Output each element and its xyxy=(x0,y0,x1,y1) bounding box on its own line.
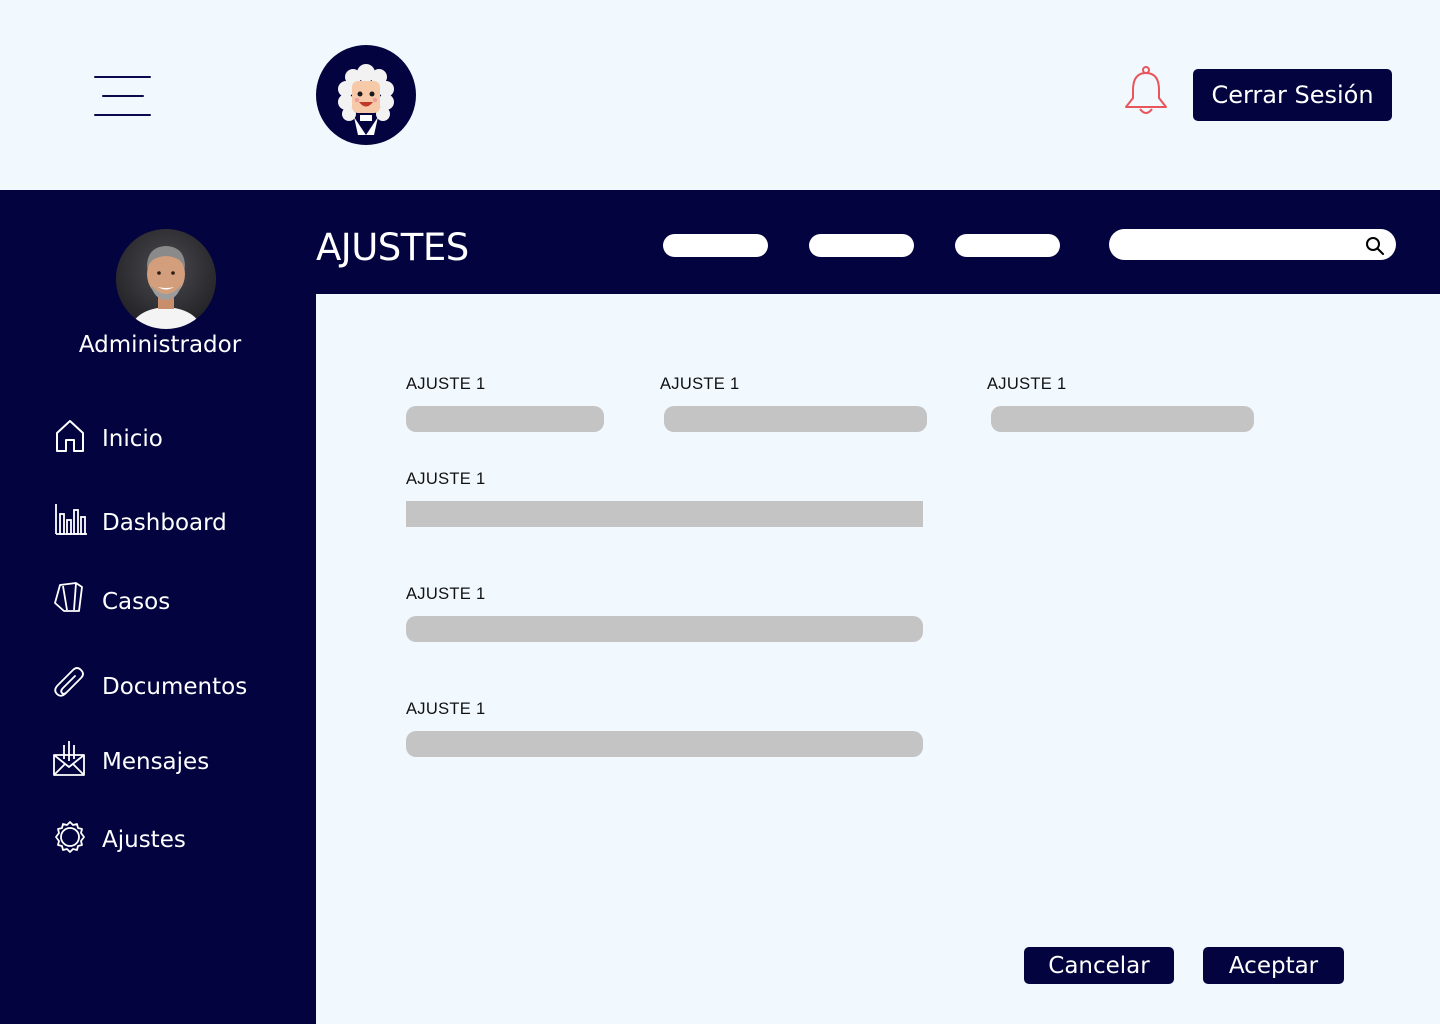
header-tab-1[interactable] xyxy=(663,234,768,257)
settings-form: AJUSTE 1 AJUSTE 1 AJUSTE 1 AJUSTE 1 AJUS… xyxy=(316,294,1440,1024)
search-input[interactable] xyxy=(1109,229,1396,260)
sidebar-item-mensajes[interactable]: Mensajes xyxy=(52,741,209,782)
judge-avatar-logo xyxy=(316,45,416,145)
paperclip-icon xyxy=(52,666,88,707)
cancel-button[interactable]: Cancelar xyxy=(1024,947,1174,984)
home-icon xyxy=(52,418,88,459)
hamburger-menu-icon[interactable] xyxy=(94,76,152,116)
field-label: AJUSTE 1 xyxy=(406,585,486,603)
sidebar-item-label: Mensajes xyxy=(102,748,210,775)
header-tab-2[interactable] xyxy=(809,234,914,257)
page-title: AJUSTES xyxy=(316,226,469,269)
bell-icon[interactable] xyxy=(1122,65,1170,117)
sidebar-item-label: Dashboard xyxy=(102,509,227,536)
user-role-label: Administrador xyxy=(78,332,242,358)
search-icon[interactable] xyxy=(1364,235,1386,257)
page-header: AJUSTES xyxy=(316,190,1440,294)
field-label: AJUSTE 1 xyxy=(406,470,486,488)
bar-chart-icon xyxy=(52,502,88,543)
setting-field-2[interactable] xyxy=(664,406,927,432)
sidebar: Administrador Inicio Dashboard Casos Doc… xyxy=(0,190,316,1024)
sidebar-item-ajustes[interactable]: Ajustes xyxy=(52,819,186,860)
sidebar-item-label: Documentos xyxy=(102,673,248,700)
field-label: AJUSTE 1 xyxy=(660,375,740,393)
accept-button[interactable]: Aceptar xyxy=(1203,947,1344,984)
setting-field-5[interactable] xyxy=(406,616,923,642)
sidebar-item-label: Inicio xyxy=(102,425,163,452)
field-label: AJUSTE 1 xyxy=(406,700,486,718)
logout-button[interactable]: Cerrar Sesión xyxy=(1193,69,1392,121)
user-avatar[interactable] xyxy=(116,229,216,329)
setting-field-4[interactable] xyxy=(406,501,923,527)
setting-field-1[interactable] xyxy=(406,406,604,432)
header-tab-3[interactable] xyxy=(955,234,1060,257)
field-label: AJUSTE 1 xyxy=(406,375,486,393)
sidebar-item-label: Casos xyxy=(102,588,171,615)
setting-field-3[interactable] xyxy=(991,406,1254,432)
sidebar-item-inicio[interactable]: Inicio xyxy=(52,418,163,459)
mail-icon xyxy=(52,741,88,782)
sidebar-item-casos[interactable]: Casos xyxy=(52,581,170,622)
sidebar-item-documentos[interactable]: Documentos xyxy=(52,666,247,707)
sidebar-item-label: Ajustes xyxy=(102,826,186,853)
gear-icon xyxy=(52,819,88,860)
sidebar-item-dashboard[interactable]: Dashboard xyxy=(52,502,227,543)
cases-icon xyxy=(52,581,88,622)
field-label: AJUSTE 1 xyxy=(987,375,1067,393)
top-bar: Cerrar Sesión xyxy=(0,0,1440,190)
setting-field-6[interactable] xyxy=(406,731,923,757)
